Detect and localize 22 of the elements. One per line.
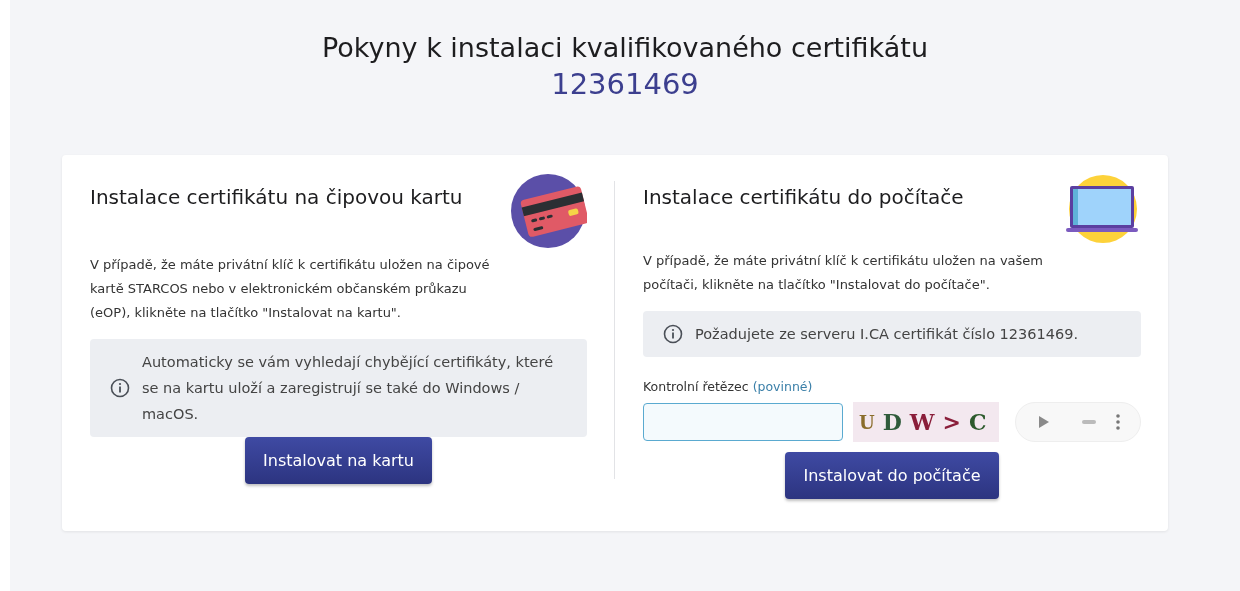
certificate-number: 12361469 bbox=[551, 67, 699, 101]
laptop-icon bbox=[1065, 173, 1141, 245]
audio-player[interactable] bbox=[1015, 402, 1141, 442]
captcha-image: U D W > C bbox=[853, 402, 999, 442]
play-icon[interactable] bbox=[1038, 415, 1050, 429]
info-icon bbox=[110, 378, 130, 398]
field-label: Kontrolní řetězec bbox=[643, 379, 749, 394]
description-text: V případě, že máte privátní klíč k certifikátu uložen na vašem počítači, klikněte na tlačítko "Instalovat do počítače". bbox=[643, 252, 1043, 294]
install-button[interactable]: Instalovat do počítače bbox=[785, 452, 999, 499]
section-title: Instalace certifikátu na čipovou kartu bbox=[90, 185, 463, 209]
description-text: V případě, že máte privátní klíč k certifikátu uložen na čipové kartě STARCOS nebo v elektronickém občanském průkazu (eOP), klikněte na tlačítko "Instalovat na kartu". bbox=[90, 256, 490, 322]
info-text: Automaticky se vám vyhledají chybějící certifikáty, které se na kartu uloží a zaregistrují se také do Windows / macOS. bbox=[142, 353, 555, 424]
more-options-icon[interactable] bbox=[1116, 414, 1120, 430]
page-title: Pokyny k instalaci kvalifikovaného certifikátu bbox=[321, 32, 929, 63]
volume-bar-icon[interactable] bbox=[1082, 420, 1096, 424]
captcha-input-field[interactable] bbox=[643, 403, 843, 441]
section-title: Instalace certifikátu do počítače bbox=[643, 185, 964, 209]
info-text: Požadujete ze serveru I.CA certifikát číslo 12361469. bbox=[695, 325, 1079, 344]
install-button[interactable]: Instalovat na kartu bbox=[245, 437, 432, 484]
credit-card-icon bbox=[511, 173, 587, 249]
info-icon bbox=[663, 324, 683, 344]
required-note: (povinné) bbox=[752, 379, 813, 394]
